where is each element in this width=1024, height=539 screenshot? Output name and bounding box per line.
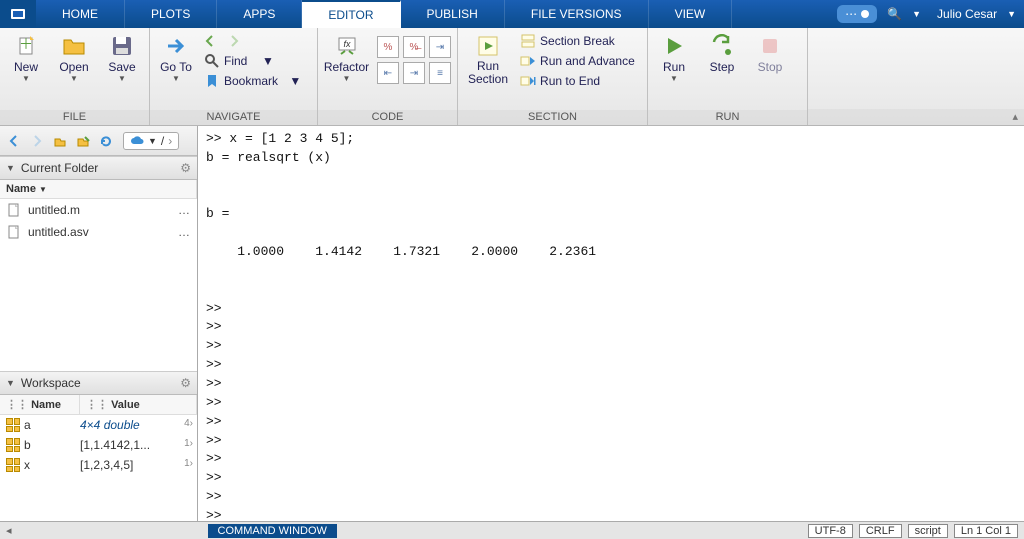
- group-navigate-label: NAVIGATE: [150, 110, 317, 125]
- variable-icon: [6, 418, 20, 432]
- var-dim: 1›: [177, 458, 197, 472]
- search-dropdown[interactable]: ▼: [912, 9, 921, 19]
- tab-editor[interactable]: EDITOR: [302, 0, 400, 28]
- variable-icon: [6, 458, 20, 472]
- tab-home[interactable]: HOME: [36, 0, 125, 28]
- cf-col-name[interactable]: Name ▼: [0, 180, 197, 198]
- tab-view[interactable]: VIEW: [649, 0, 733, 28]
- gear-icon[interactable]: ⚙: [180, 376, 191, 390]
- code-btn-2[interactable]: %̶: [403, 36, 425, 58]
- group-file-label: FILE: [0, 110, 149, 125]
- search-icon[interactable]: 🔍: [887, 7, 902, 21]
- stop-button[interactable]: Stop: [750, 32, 790, 76]
- run-button[interactable]: Run▼: [654, 32, 694, 85]
- command-window[interactable]: >> x = [1 2 3 4 5]; b = realsqrt (x) b =…: [198, 126, 1024, 521]
- status-position[interactable]: Ln 1 Col 1: [954, 524, 1018, 538]
- file-more-icon[interactable]: …: [178, 225, 191, 239]
- tab-file-versions[interactable]: FILE VERSIONS: [505, 0, 649, 28]
- var-name: b: [24, 438, 31, 452]
- file-name: untitled.m: [28, 203, 80, 217]
- file-icon: [6, 224, 22, 240]
- more-menu[interactable]: ⋯: [837, 5, 877, 23]
- current-folder-header[interactable]: ▼ Current Folder ⚙: [0, 156, 197, 180]
- svg-text:fx: fx: [343, 39, 351, 49]
- file-more-icon[interactable]: …: [178, 203, 191, 217]
- collapse-icon[interactable]: ▼: [6, 163, 15, 173]
- tab-plots[interactable]: PLOTS: [125, 0, 217, 28]
- code-btn-6[interactable]: ≡: [429, 62, 451, 84]
- var-value: 4×4 double: [80, 418, 177, 432]
- var-dim: 1›: [177, 438, 197, 452]
- matlab-logo-icon: [0, 0, 36, 28]
- workspace-row[interactable]: x [1,2,3,4,5]1›: [0, 455, 197, 475]
- find-button[interactable]: Find ▼: [204, 52, 301, 70]
- run-to-end-button[interactable]: Run to End: [520, 72, 635, 90]
- file-list: untitled.m … untitled.asv …: [0, 199, 197, 285]
- ws-col-name[interactable]: ⋮⋮ Name: [0, 395, 80, 414]
- workspace-header[interactable]: ▼ Workspace ⚙: [0, 371, 197, 395]
- tab-apps[interactable]: APPS: [217, 0, 302, 28]
- file-icon: [6, 202, 22, 218]
- run-and-advance-button[interactable]: Run and Advance: [520, 52, 635, 70]
- run-section-button[interactable]: Run Section: [464, 32, 512, 88]
- nav-folder-icon[interactable]: [73, 131, 93, 151]
- step-button[interactable]: Step: [702, 32, 742, 76]
- group-code-label: CODE: [318, 110, 457, 125]
- var-value: [1,1.4142,1...: [80, 438, 177, 452]
- file-row[interactable]: untitled.m …: [0, 199, 197, 221]
- ws-col-value[interactable]: ⋮⋮ Value: [80, 395, 197, 414]
- group-run-label: RUN: [648, 110, 807, 125]
- refactor-button[interactable]: fx Refactor▼: [324, 32, 369, 85]
- goto-button[interactable]: Go To▼: [156, 32, 196, 85]
- workspace-row[interactable]: b [1,1.4142,1...1›: [0, 435, 197, 455]
- file-row[interactable]: untitled.asv …: [0, 221, 197, 243]
- nav-refresh-icon[interactable]: [96, 131, 116, 151]
- var-value: [1,2,3,4,5]: [80, 458, 177, 472]
- svg-text:＋: ＋: [19, 36, 33, 52]
- var-name: a: [24, 418, 31, 432]
- tab-publish[interactable]: PUBLISH: [401, 0, 505, 28]
- code-btn-3[interactable]: ⇥: [429, 36, 451, 58]
- code-btn-5[interactable]: ⇥: [403, 62, 425, 84]
- nav-back-icon[interactable]: [4, 131, 24, 151]
- status-eol[interactable]: CRLF: [859, 524, 902, 538]
- user-name[interactable]: Julio Cesar: [937, 7, 997, 21]
- section-break-button[interactable]: Section Break: [520, 32, 635, 50]
- command-window-tab[interactable]: COMMAND WINDOW: [208, 524, 337, 538]
- user-dropdown[interactable]: ▼: [1007, 9, 1016, 19]
- nav-toolbar: ▼ / ›: [0, 126, 197, 156]
- collapse-icon[interactable]: ▼: [6, 378, 15, 388]
- status-encoding[interactable]: UTF-8: [808, 524, 853, 538]
- bookmark-button[interactable]: Bookmark ▼: [204, 72, 301, 90]
- open-button[interactable]: Open▼: [54, 32, 94, 85]
- group-section-label: SECTION: [458, 110, 647, 125]
- save-button[interactable]: Save▼: [102, 32, 142, 85]
- workspace-row[interactable]: a 4×4 double4›: [0, 415, 197, 435]
- code-btn-4[interactable]: ⇤: [377, 62, 399, 84]
- new-button[interactable]: ＋ New▼: [6, 32, 46, 85]
- nav-up-icon[interactable]: [50, 131, 70, 151]
- ribbon-collapse-icon[interactable]: ▴: [1012, 111, 1018, 123]
- nav-forward-icon[interactable]: [27, 131, 47, 151]
- gear-icon[interactable]: ⚙: [180, 161, 191, 175]
- var-name: x: [24, 458, 30, 472]
- nav-arrows[interactable]: [204, 32, 301, 50]
- variable-icon: [6, 438, 20, 452]
- workspace-var-list: a 4×4 double4› b [1,1.4142,1...1› x [1,2,3,4,…: [0, 415, 197, 501]
- scroll-left-icon[interactable]: ◂: [0, 524, 18, 537]
- ribbon: ＋ New▼ Open▼ Save▼ FILE Go To▼: [0, 28, 1024, 126]
- cloud-path[interactable]: ▼ / ›: [123, 132, 179, 150]
- status-bar: ◂ COMMAND WINDOW UTF-8 CRLF script Ln 1 …: [0, 521, 1024, 539]
- status-type[interactable]: script: [908, 524, 948, 538]
- var-dim: 4›: [177, 418, 197, 432]
- file-name: untitled.asv: [28, 225, 89, 239]
- code-btn-1[interactable]: %: [377, 36, 399, 58]
